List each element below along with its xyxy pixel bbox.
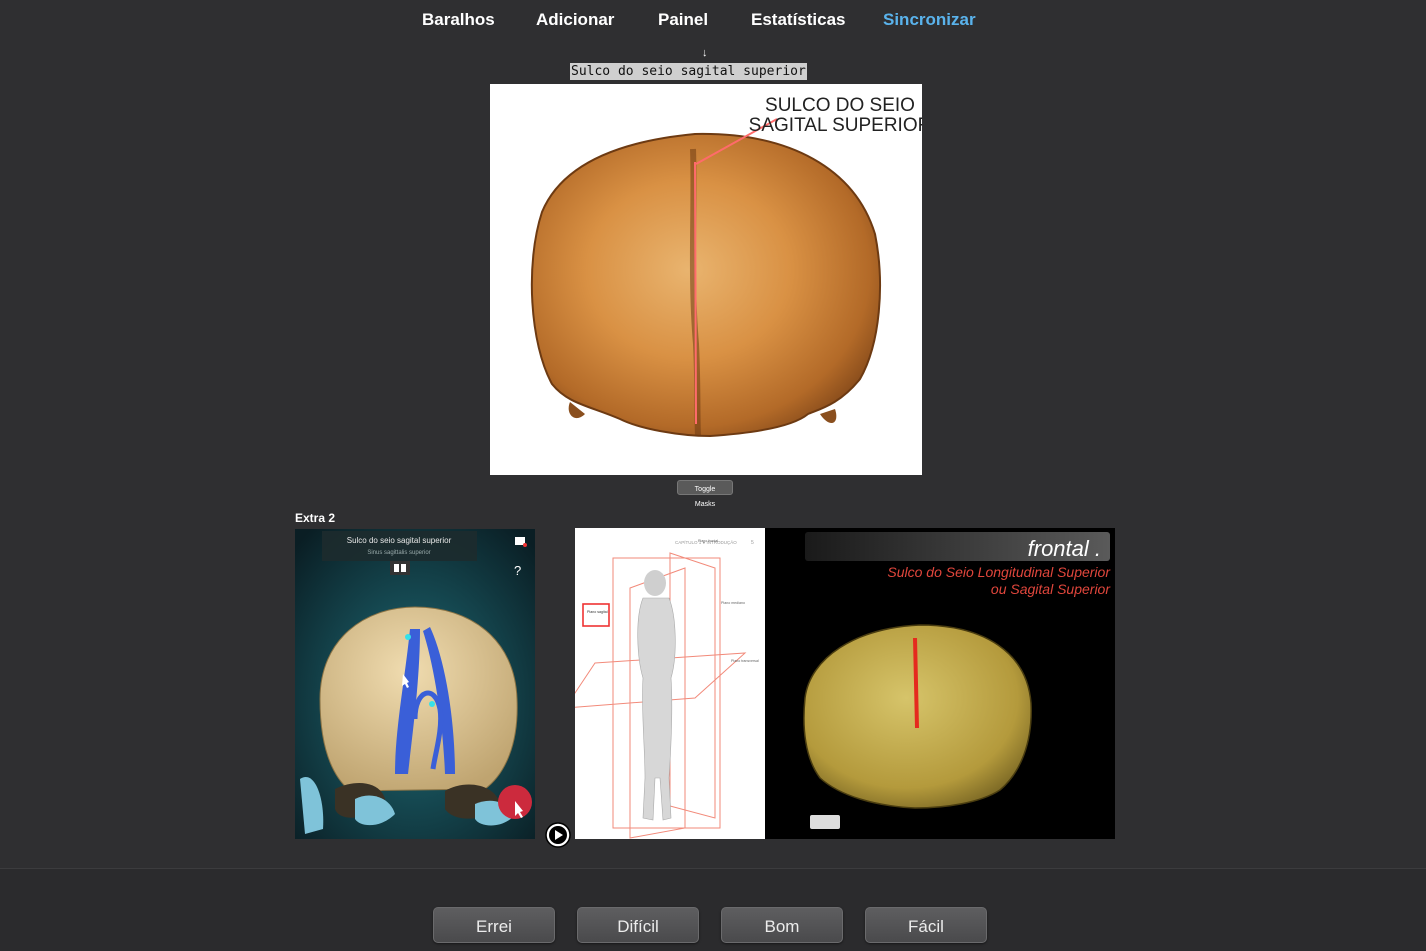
- play-icon[interactable]: [545, 822, 571, 848]
- again-button[interactable]: Errei: [433, 907, 555, 943]
- nav-add[interactable]: Adicionar: [536, 10, 614, 30]
- hard-button[interactable]: Difícil: [577, 907, 699, 943]
- skull-bone-illustration: SULCO DO SEIO SAGITAL SUPERIOR: [530, 95, 922, 438]
- annotation-line-2: SAGITAL SUPERIOR: [749, 115, 922, 136]
- extra-label: Extra 2: [295, 511, 336, 525]
- nav-decks[interactable]: Baralhos: [422, 10, 495, 30]
- svg-text:?: ?: [514, 563, 521, 578]
- diagram-label-mediano: Plano mediano: [721, 601, 745, 605]
- diagram-label-sagital: Plano sagital: [587, 610, 608, 614]
- nav-sync[interactable]: Sincronizar: [883, 10, 976, 30]
- diagram-label-frontal: Plano frontal: [698, 539, 718, 543]
- arrow-down-icon: ↓: [702, 47, 708, 59]
- diagram-label-transversal: Plano transversal: [731, 659, 759, 663]
- good-button[interactable]: Bom: [721, 907, 843, 943]
- app-title-text: Sulco do seio sagital superior: [347, 536, 452, 545]
- toggle-masks-button[interactable]: Toggle Masks: [677, 480, 733, 508]
- annotation-line-1: SULCO DO SEIO: [765, 95, 915, 116]
- card-front-text: Sulco do seio sagital superior: [570, 63, 807, 80]
- extra-image-anatomy-planes: CAPÍTULO 1 ● INTRODUÇÃO 5 Plano sagital …: [575, 528, 765, 839]
- answer-bar: Errei Difícil Bom Fácil: [0, 868, 1426, 951]
- extra-image-frontal-slide: frontal . Sulco do Seio Longitudinal Sup…: [765, 528, 1115, 839]
- slide-title-text: frontal .: [1028, 536, 1101, 561]
- easy-button[interactable]: Fácil: [865, 907, 987, 943]
- slide-caption-line-1: Sulco do Seio Longitudinal Superior: [887, 564, 1111, 580]
- main-skull-image: SULCO DO SEIO SAGITAL SUPERIOR: [490, 84, 922, 475]
- nav-stats[interactable]: Estatísticas: [751, 10, 846, 30]
- extra-image-3d-app: Sulco do seio sagital superior Sinus sag…: [295, 529, 535, 839]
- diagram-page-text: 5: [751, 540, 754, 546]
- top-navigation: Baralhos Adicionar Painel Estatísticas S…: [0, 0, 1426, 44]
- slide-caption-line-2: ou Sagital Superior: [991, 581, 1111, 597]
- app-subtitle-text: Sinus sagittalis superior: [367, 550, 430, 556]
- nav-browse[interactable]: Painel: [658, 10, 708, 30]
